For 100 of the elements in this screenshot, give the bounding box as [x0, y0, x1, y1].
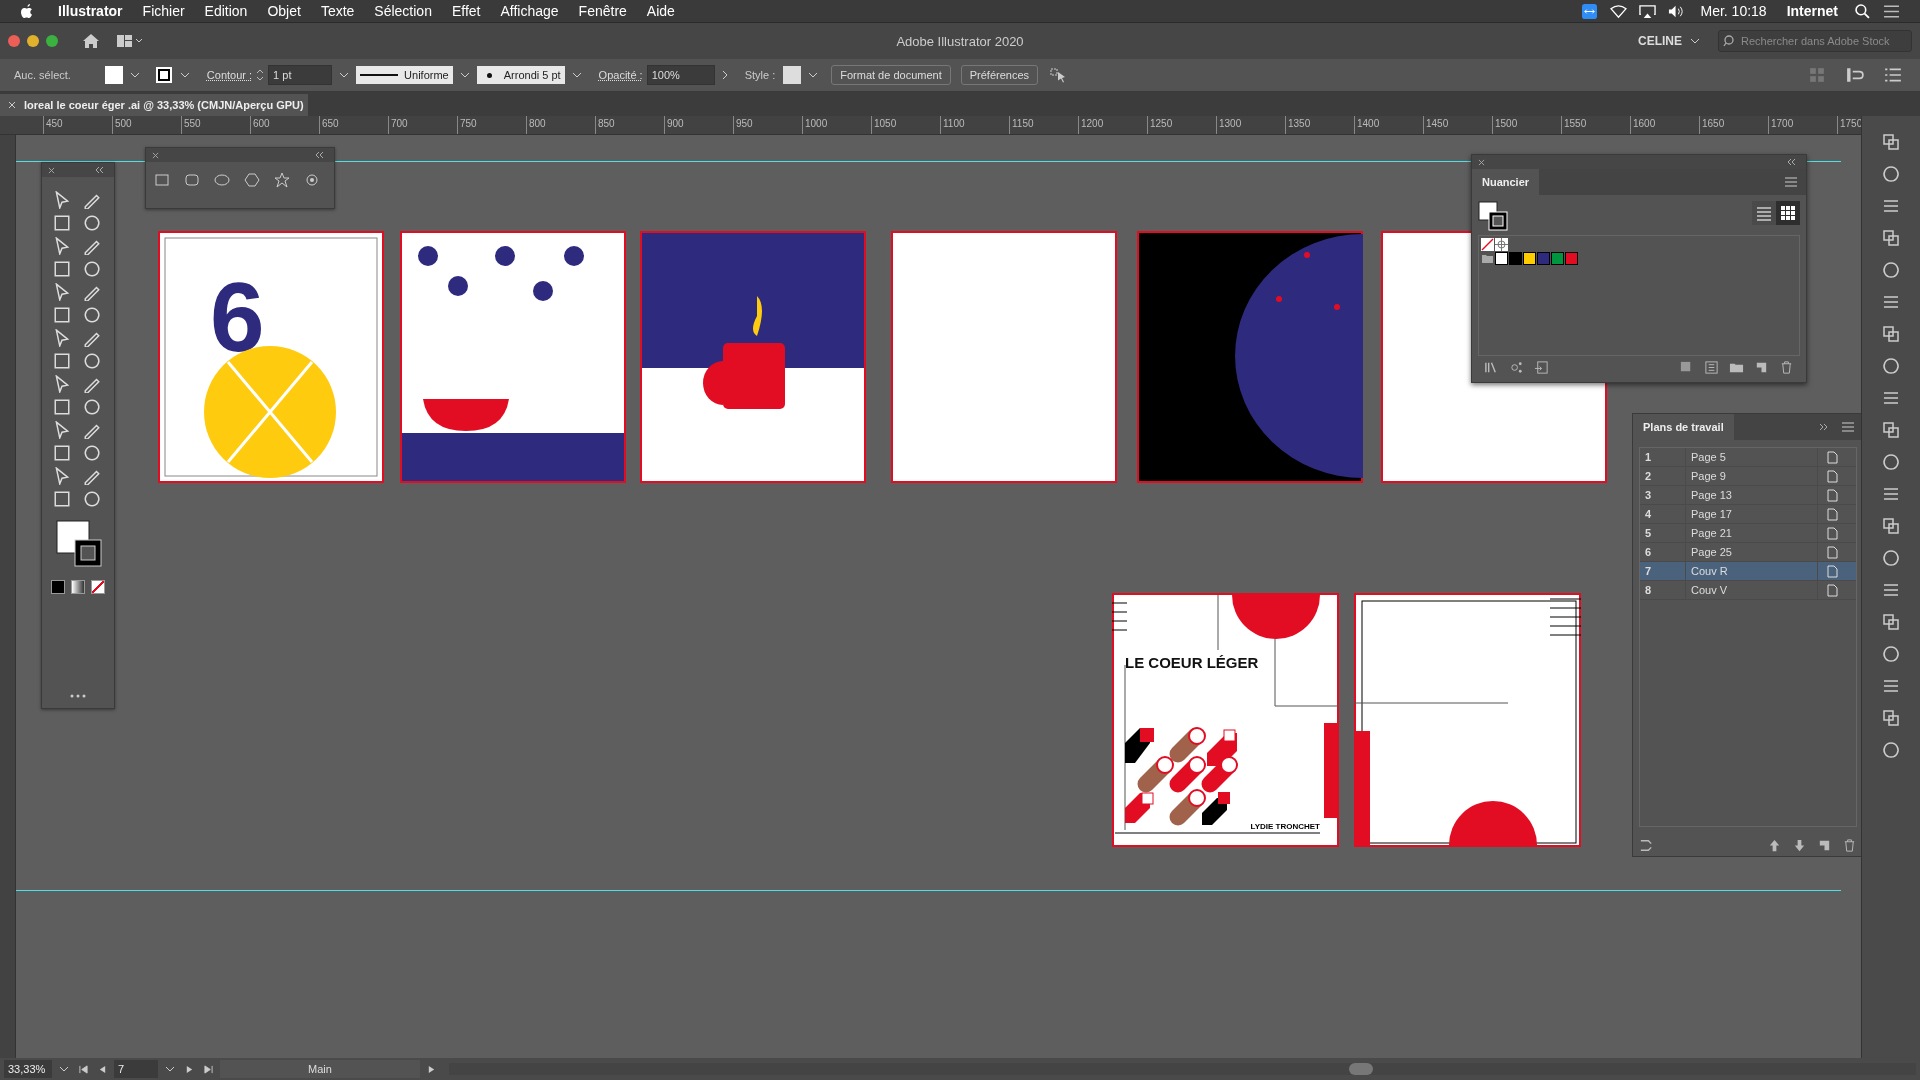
trash-icon[interactable]	[1779, 359, 1794, 375]
page-icon[interactable]	[1826, 507, 1838, 521]
list-icon[interactable]	[1884, 67, 1902, 83]
panel-tab[interactable]: Plans de travail	[1633, 414, 1734, 440]
stepper-icon[interactable]	[256, 68, 265, 82]
fill-stroke-icon[interactable]	[1478, 201, 1508, 231]
polygon-icon[interactable]	[244, 172, 260, 188]
artboard-row[interactable]: 2 Page 9	[1640, 467, 1856, 486]
caret-icon[interactable]	[165, 1066, 175, 1072]
play-icon[interactable]	[427, 1064, 436, 1074]
style-swatch[interactable]	[783, 66, 802, 84]
color-swatch[interactable]	[1551, 252, 1564, 265]
maximize-button[interactable]	[46, 35, 58, 47]
artboard-row[interactable]: 7 Couv R	[1640, 562, 1856, 581]
artboard-row[interactable]: 4 Page 17	[1640, 505, 1856, 524]
artboard-row[interactable]: 3 Page 13	[1640, 486, 1856, 505]
page-icon[interactable]	[1826, 450, 1838, 464]
close-icon[interactable]	[1478, 158, 1485, 166]
list-view-icon[interactable]	[1752, 201, 1776, 225]
opacity-field[interactable]: 100%	[646, 65, 715, 85]
none-swatch[interactable]	[1481, 238, 1494, 251]
swatch-kind-icon[interactable]	[1509, 359, 1524, 375]
close-button[interactable]	[8, 35, 20, 47]
search-icon[interactable]	[1854, 3, 1871, 19]
gradient-mode-icon[interactable]	[71, 580, 85, 594]
horizontal-scrollbar[interactable]	[449, 1063, 1916, 1075]
ellipse-icon[interactable]	[214, 172, 230, 188]
page-icon[interactable]	[1826, 564, 1838, 578]
close-icon[interactable]	[48, 166, 55, 174]
color-swatch[interactable]	[1495, 252, 1508, 265]
menu-item[interactable]: Fenêtre	[568, 3, 637, 19]
color-swatch[interactable]	[1537, 252, 1550, 265]
collapse-icon[interactable]	[314, 151, 324, 159]
artboard-row[interactable]: 8 Couv V	[1640, 581, 1856, 600]
remote-icon[interactable]	[1580, 3, 1598, 19]
color-mode-icon[interactable]	[51, 580, 65, 594]
grid-view-icon[interactable]	[1776, 201, 1800, 225]
stroke-label[interactable]: Contour :	[206, 69, 253, 81]
page-icon[interactable]	[1826, 583, 1838, 597]
current-tool-label[interactable]: Main	[220, 1060, 420, 1078]
document-tab[interactable]: loreal le coeur éger .ai @ 33,33% (CMJN/Aperçu GPU)	[0, 94, 308, 116]
stroke-weight-field[interactable]: 1 pt	[268, 65, 333, 85]
caret-icon[interactable]	[129, 72, 140, 78]
trash-icon[interactable]	[1842, 837, 1857, 853]
control-button[interactable]: Préférences	[960, 65, 1039, 85]
color-swatch[interactable]	[1523, 252, 1536, 265]
collapse-icon[interactable]	[94, 166, 104, 174]
artboard-number-field[interactable]: 7	[114, 1060, 158, 1078]
panel-tab[interactable]: Nuancier	[1472, 169, 1540, 195]
workspace-menu[interactable]: CELINE	[1638, 34, 1682, 48]
close-icon[interactable]	[8, 101, 16, 109]
color-swatch[interactable]	[1565, 252, 1578, 265]
previous-artboard-button[interactable]	[98, 1064, 107, 1074]
network-label[interactable]: Internet	[1776, 3, 1848, 19]
rearrange-icon[interactable]	[1639, 837, 1654, 853]
more-tools-icon[interactable]	[70, 694, 86, 698]
page-icon[interactable]	[1826, 488, 1838, 502]
first-artboard-button[interactable]	[79, 1064, 88, 1074]
caret-icon[interactable]	[808, 72, 819, 78]
page-icon[interactable]	[1826, 545, 1838, 559]
caret-icon[interactable]	[339, 72, 350, 78]
home-icon[interactable]	[82, 33, 100, 49]
app-menu[interactable]: Illustrator	[48, 3, 133, 19]
stroke-swatch[interactable]	[154, 66, 173, 84]
volume-icon[interactable]	[1667, 3, 1685, 19]
menu-item[interactable]: Effet	[441, 3, 491, 19]
caret-icon[interactable]	[59, 1066, 69, 1072]
menu-item[interactable]: Texte	[310, 3, 365, 19]
opacity-label[interactable]: Opacité :	[598, 69, 643, 81]
brush-dropdown[interactable]: Arrondi 5 pt	[476, 66, 565, 84]
control-button[interactable]: Format de document	[831, 65, 951, 85]
stroke-profile-dropdown[interactable]: Uniforme	[356, 66, 453, 84]
caret-icon[interactable]	[179, 72, 190, 78]
flare-icon[interactable]	[304, 172, 320, 188]
expand-icon[interactable]	[1819, 423, 1829, 431]
caret-icon[interactable]	[459, 72, 470, 78]
minimize-button[interactable]	[27, 35, 39, 47]
close-icon[interactable]	[152, 151, 159, 159]
scroll-thumb[interactable]	[1349, 1063, 1373, 1075]
registration-swatch[interactable]	[1495, 238, 1508, 251]
caret-icon[interactable]	[1690, 38, 1700, 44]
star-icon[interactable]	[274, 172, 290, 188]
menu-item[interactable]: Aide	[636, 3, 685, 19]
menu-item[interactable]: Edition	[194, 3, 258, 19]
zoom-field[interactable]: 33,33%	[4, 1060, 52, 1078]
rounded-rectangle-icon[interactable]	[184, 172, 200, 188]
last-artboard-button[interactable]	[204, 1064, 213, 1074]
wifi-icon[interactable]	[1609, 3, 1627, 19]
menu-item[interactable]: Objet	[257, 3, 311, 19]
list-icon[interactable]	[1704, 359, 1719, 375]
page-icon[interactable]	[1826, 526, 1838, 540]
document-title[interactable]: loreal le coeur éger .ai @ 33,33% (CMJN/Aperçu GPU)	[24, 99, 304, 111]
artboard-row[interactable]: 1 Page 5	[1640, 448, 1856, 467]
caret-icon[interactable]	[571, 72, 582, 78]
menu-item[interactable]: Sélection	[364, 3, 442, 19]
artboard-row[interactable]: 5 Page 21	[1640, 524, 1856, 543]
stock-search-field[interactable]: Rechercher dans Adobe Stock	[1718, 30, 1912, 52]
arrow-up-icon[interactable]	[1767, 837, 1782, 853]
import-icon[interactable]	[1534, 359, 1549, 375]
workspace-layout-icon[interactable]	[116, 33, 144, 49]
